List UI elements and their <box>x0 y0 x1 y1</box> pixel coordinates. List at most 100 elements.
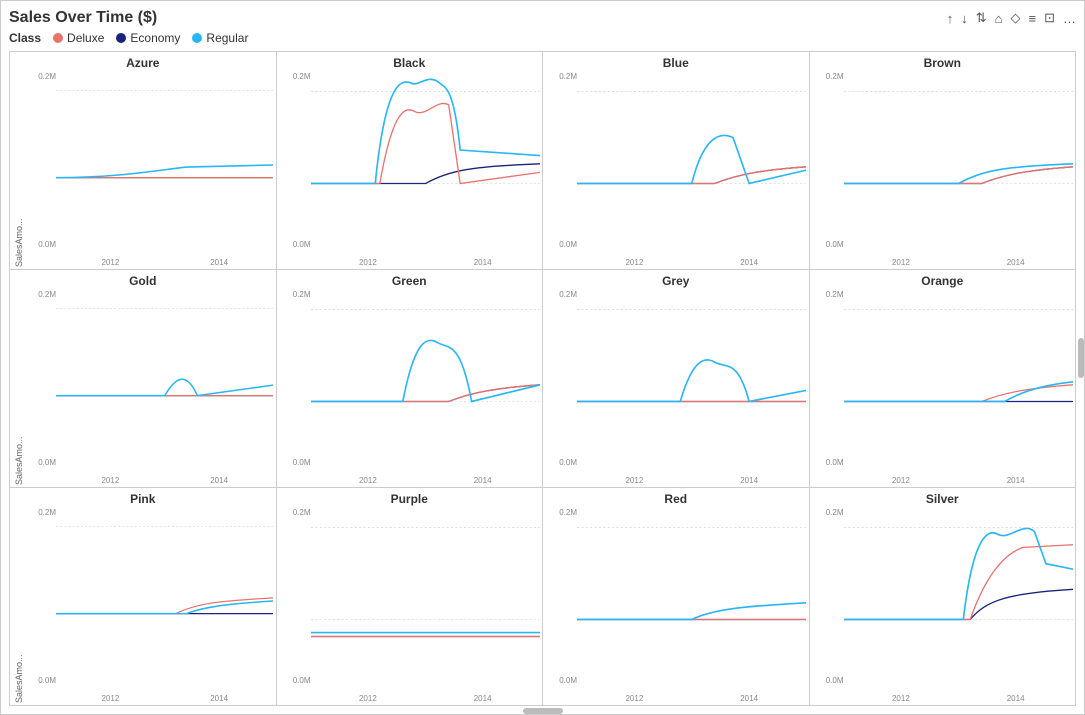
chart-cell-silver: Silver 0.2M 0.0M 2012 <box>810 488 1077 706</box>
sort-asc-icon[interactable]: ↑ <box>947 11 954 26</box>
regular-line <box>844 164 1073 184</box>
x-axis-area: 2012 2014 <box>577 467 807 485</box>
deluxe-line <box>844 545 1073 620</box>
chart-svg <box>311 72 540 203</box>
y-tick-area: 0.2M 0.0M <box>812 290 844 467</box>
cell-title-brown: Brown <box>812 56 1074 70</box>
y-tick-area: 0.2M 0.0M <box>24 72 56 249</box>
y-tick-area: 0.2M 0.0M <box>545 508 577 685</box>
chart-svg <box>844 290 1073 421</box>
x-tick-2014: 2014 <box>1007 258 1025 267</box>
x-tick-2012: 2012 <box>892 694 910 703</box>
y-tick-bottom: 0.0M <box>24 240 56 249</box>
cell-title-silver: Silver <box>812 492 1074 506</box>
cell-title-purple: Purple <box>279 492 541 506</box>
deluxe-line <box>311 103 540 183</box>
x-tick-2014: 2014 <box>210 694 228 703</box>
x-tick-2012: 2012 <box>892 258 910 267</box>
regular-line <box>311 340 540 401</box>
y-tick-top: 0.2M <box>545 290 577 299</box>
chart-cell-purple: Purple 0.2M 0.0M 2012 <box>277 488 544 706</box>
chart-inner: 0.2M 0.0M 2012 2014 <box>812 290 1074 485</box>
chart-cell-blue: Blue 0.2M 0.0M 2012 <box>543 52 810 270</box>
chart-area-orange: 0.2M 0.0M 2012 2014 <box>812 290 1074 485</box>
y-tick-top: 0.2M <box>24 72 56 81</box>
x-axis-area: 2012 2014 <box>577 249 807 267</box>
x-tick-2012: 2012 <box>359 258 377 267</box>
regular-dot <box>192 33 202 43</box>
x-tick-2014: 2014 <box>474 694 492 703</box>
sort-both-icon[interactable]: ⇅ <box>976 10 987 26</box>
y-axis-label: SalesAmo... <box>12 72 24 267</box>
chart-cell-grey: Grey 0.2M 0.0M 2012 <box>543 270 810 488</box>
chart-cell-brown: Brown 0.2M 0.0M 2012 <box>810 52 1077 270</box>
sort-desc-icon[interactable]: ↓ <box>961 11 968 26</box>
home-icon[interactable]: ⌂ <box>995 11 1003 26</box>
legend-class-label: Class <box>9 31 41 45</box>
chart-svg <box>56 290 273 414</box>
y-tick-bottom: 0.0M <box>545 676 577 685</box>
chart-cell-pink: Pink SalesAmo... 0.2M 0.0M 201 <box>10 488 277 706</box>
more-icon[interactable]: … <box>1063 11 1076 26</box>
x-tick-2014: 2014 <box>740 694 758 703</box>
x-tick-2012: 2012 <box>101 694 119 703</box>
cell-title-red: Red <box>545 492 807 506</box>
y-axis-label: SalesAmo... <box>12 508 24 703</box>
cell-title-black: Black <box>279 56 541 70</box>
y-tick-area: 0.2M 0.0M <box>545 72 577 249</box>
chart-inner: 0.2M 0.0M 2012 2014 <box>812 508 1074 703</box>
x-tick-2012: 2012 <box>359 476 377 485</box>
x-axis-area: 2012 2014 <box>844 249 1074 267</box>
economy-line <box>844 589 1073 619</box>
x-tick-2012: 2012 <box>892 476 910 485</box>
chart-area-purple: 0.2M 0.0M 2012 2014 <box>279 508 541 703</box>
y-tick-area: 0.2M 0.0M <box>812 72 844 249</box>
chart-area-blue: 0.2M 0.0M 2012 2014 <box>545 72 807 267</box>
economy-dot <box>116 33 126 43</box>
horizontal-scrollbar[interactable] <box>523 708 563 714</box>
chart-area-gold: SalesAmo... 0.2M 0.0M 2012 2014 <box>12 290 274 485</box>
y-tick-area: 0.2M 0.0M <box>545 290 577 467</box>
chart-svg <box>311 290 540 421</box>
x-axis-area: 2012 2014 <box>311 467 541 485</box>
y-tick-top: 0.2M <box>812 290 844 299</box>
chart-cell-orange: Orange 0.2M 0.0M 2012 <box>810 270 1077 488</box>
y-tick-bottom: 0.0M <box>812 676 844 685</box>
regular-line <box>311 79 540 183</box>
diamond-icon[interactable]: ◇ <box>1011 10 1021 26</box>
regular-label: Regular <box>206 31 248 45</box>
y-tick-area: 0.2M 0.0M <box>24 508 56 685</box>
y-tick-bottom: 0.0M <box>812 458 844 467</box>
y-tick-top: 0.2M <box>279 508 311 517</box>
y-tick-bottom: 0.0M <box>545 240 577 249</box>
vertical-scrollbar[interactable] <box>1078 338 1084 378</box>
header-row: Sales Over Time ($) ↑ ↓ ⇅ ⌂ ◇ ≡ ⊡ … <box>9 9 1076 27</box>
chart-inner: 0.2M 0.0M 2012 2014 <box>545 508 807 703</box>
economy-line <box>311 164 540 184</box>
expand-icon[interactable]: ⊡ <box>1044 10 1055 26</box>
chart-cell-black: Black 0.2M 0.0M 2012 <box>277 52 544 270</box>
chart-inner: 0.2M 0.0M 2012 2014 <box>279 290 541 485</box>
y-tick-bottom: 0.0M <box>279 676 311 685</box>
chart-inner: 0.2M 0.0M 2012 2014 <box>545 290 807 485</box>
cell-title-green: Green <box>279 274 541 288</box>
chart-title: Sales Over Time ($) <box>9 9 157 27</box>
cell-title-azure: Azure <box>12 56 274 70</box>
y-tick-top: 0.2M <box>812 508 844 517</box>
regular-line <box>844 382 1073 402</box>
deluxe-line <box>844 167 1073 184</box>
x-axis-area: 2012 2014 <box>56 467 274 485</box>
y-tick-top: 0.2M <box>24 290 56 299</box>
y-tick-top: 0.2M <box>812 72 844 81</box>
chart-svg <box>844 72 1073 203</box>
regular-line <box>577 360 806 402</box>
y-tick-top: 0.2M <box>545 72 577 81</box>
chart-area-red: 0.2M 0.0M 2012 2014 <box>545 508 807 703</box>
regular-line <box>56 165 273 178</box>
toolbar: ↑ ↓ ⇅ ⌂ ◇ ≡ ⊡ … <box>947 10 1076 26</box>
menu-icon[interactable]: ≡ <box>1029 11 1037 26</box>
y-tick-bottom: 0.0M <box>279 240 311 249</box>
y-tick-area: 0.2M 0.0M <box>24 290 56 467</box>
x-axis-area: 2012 2014 <box>844 685 1074 703</box>
chart-svg <box>56 72 273 196</box>
